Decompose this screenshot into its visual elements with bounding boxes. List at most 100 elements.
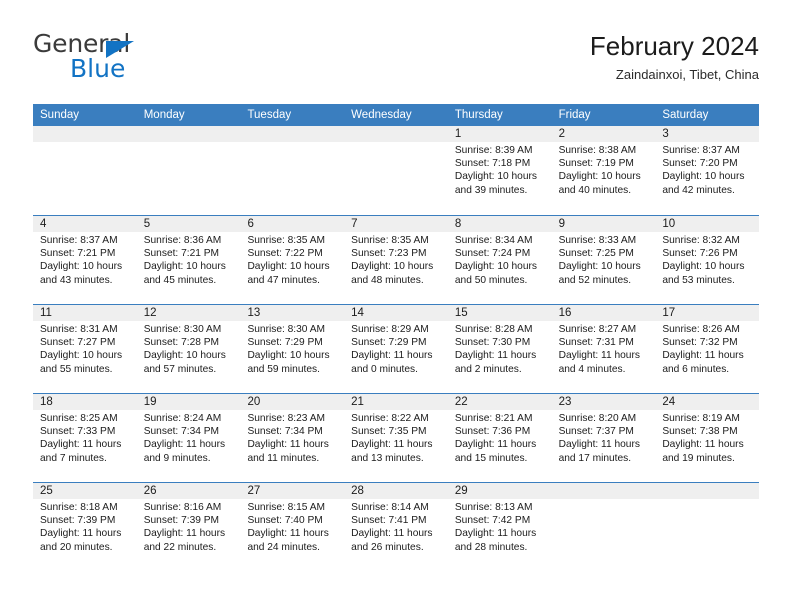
daylight-duration-line1: Daylight: 11 hours [351,528,433,540]
day-number: 15 [447,305,552,321]
calendar-day-cell[interactable]: 11 Sunrise: 8:31 AM Sunset: 7:27 PM Dayligh… [33,305,137,393]
daylight-duration-line2: and 39 minutes. [454,184,528,196]
day-details: Sunrise: 8:31 AM Sunset: 7:27 PM Daylight:… [33,321,137,376]
day-number: 19 [136,394,241,410]
calendar-day-cell[interactable]: 25 Sunrise: 8:18 AM Sunset: 7:39 PM Dayligh… [33,483,137,571]
calendar-day-cell[interactable]: 16 Sunrise: 8:27 AM Sunset: 7:31 PM Dayligh… [551,305,656,393]
day-number: 3 [655,126,760,142]
calendar-week-row: 18 Sunrise: 8:25 AM Sunset: 7:33 PM Dayligh… [33,393,760,482]
calendar-day-cell[interactable]: 12 Sunrise: 8:30 AM Sunset: 7:28 PM Dayligh… [136,305,241,393]
daylight-duration-line2: and 20 minutes. [40,541,113,553]
calendar-day-cell[interactable]: 7 Sunrise: 8:35 AM Sunset: 7:23 PM Daylight… [344,216,448,304]
sunset-time: Sunset: 7:27 PM [40,337,116,349]
calendar-day-cell[interactable]: 6 Sunrise: 8:35 AM Sunset: 7:22 PM Daylight… [240,216,345,304]
daylight-duration-line2: and 24 minutes. [247,541,320,553]
sunset-time: Sunset: 7:18 PM [454,158,531,170]
calendar-day-cell[interactable]: 2 Sunrise: 8:38 AM Sunset: 7:19 PM Daylight… [551,126,656,215]
calendar-day-cell[interactable]: 21 Sunrise: 8:22 AM Sunset: 7:35 PM Dayligh… [344,394,448,482]
sunrise-time: Sunrise: 8:36 AM [143,235,222,246]
daylight-duration-line2: and 50 minutes. [454,274,528,286]
day-number: 18 [33,394,137,410]
calendar-day-cell[interactable]: 26 Sunrise: 8:16 AM Sunset: 7:39 PM Dayligh… [136,483,241,571]
sunset-time: Sunset: 7:29 PM [351,337,427,349]
daylight-duration-line2: and 19 minutes. [662,452,735,464]
calendar-day-cell[interactable]: 24 Sunrise: 8:19 AM Sunset: 7:38 PM Dayligh… [655,394,760,482]
sunrise-time: Sunrise: 8:15 AM [247,502,326,513]
weekday-sunday: Sunday [40,109,80,121]
general-blue-logo[interactable]: General Blue [33,30,253,90]
day-details: Sunrise: 8:14 AM Sunset: 7:41 PM Daylight:… [344,499,448,554]
calendar-day-cell[interactable]: 9 Sunrise: 8:33 AM Sunset: 7:25 PM Daylight… [551,216,656,304]
day-number: 21 [344,394,448,410]
daylight-duration-line1: Daylight: 11 hours [662,439,744,451]
calendar-day-cell[interactable]: 18 Sunrise: 8:25 AM Sunset: 7:33 PM Dayligh… [33,394,137,482]
calendar-day-cell[interactable]: 8 Sunrise: 8:34 AM Sunset: 7:24 PM Daylight… [447,216,552,304]
calendar-day-cell[interactable]: 23 Sunrise: 8:20 AM Sunset: 7:37 PM Dayligh… [551,394,656,482]
sunrise-time: Sunrise: 8:20 AM [558,413,637,424]
calendar-day-cell-empty [551,483,656,571]
daylight-duration-line2: and 11 minutes. [247,452,320,464]
daylight-duration-line1: Daylight: 10 hours [558,261,641,273]
calendar-day-cell[interactable]: 4 Sunrise: 8:37 AM Sunset: 7:21 PM Daylight… [33,216,137,304]
day-details: Sunrise: 8:30 AM Sunset: 7:29 PM Daylight:… [240,321,344,376]
daylight-duration-line2: and 2 minutes. [454,363,522,375]
daylight-duration-line1: Daylight: 11 hours [40,439,122,451]
sunrise-time: Sunrise: 8:23 AM [247,413,326,424]
daylight-duration-line1: Daylight: 11 hours [247,528,329,540]
day-details: Sunrise: 8:15 AM Sunset: 7:40 PM Daylight:… [240,499,344,554]
daylight-duration-line2: and 59 minutes. [247,363,320,375]
daylight-duration-line1: Daylight: 11 hours [454,439,537,451]
calendar-week-row: 11 Sunrise: 8:31 AM Sunset: 7:27 PM Dayligh… [33,304,760,393]
calendar-day-cell[interactable]: 10 Sunrise: 8:32 AM Sunset: 7:26 PM Dayligh… [655,216,760,304]
daylight-duration-line1: Daylight: 10 hours [247,350,330,362]
sunset-time: Sunset: 7:19 PM [558,158,634,170]
calendar-day-cell[interactable]: 22 Sunrise: 8:21 AM Sunset: 7:36 PM Dayligh… [447,394,552,482]
calendar-day-cell[interactable]: 27 Sunrise: 8:15 AM Sunset: 7:40 PM Dayligh… [240,483,345,571]
calendar-day-cell[interactable]: 17 Sunrise: 8:26 AM Sunset: 7:32 PM Dayligh… [655,305,760,393]
daylight-duration-line1: Daylight: 11 hours [247,439,329,451]
calendar-day-cell[interactable]: 13 Sunrise: 8:30 AM Sunset: 7:29 PM Dayligh… [240,305,345,393]
calendar-day-cell[interactable]: 5 Sunrise: 8:36 AM Sunset: 7:21 PM Daylight… [136,216,241,304]
calendar-day-cell[interactable]: 28 Sunrise: 8:14 AM Sunset: 7:41 PM Dayligh… [344,483,448,571]
daylight-duration-line2: and 47 minutes. [247,274,320,286]
calendar-day-cell[interactable]: 1 Sunrise: 8:39 AM Sunset: 7:18 PM Daylight… [447,126,552,215]
sunrise-time: Sunrise: 8:34 AM [454,235,533,246]
calendar-day-cell[interactable]: 29 Sunrise: 8:13 AM Sunset: 7:42 PM Dayligh… [447,483,552,571]
sunset-time: Sunset: 7:29 PM [247,337,323,349]
sunrise-time: Sunrise: 8:27 AM [558,324,637,335]
daylight-duration-line2: and 42 minutes. [662,184,735,196]
sunset-time: Sunset: 7:36 PM [454,426,531,438]
calendar-day-cell[interactable]: 15 Sunrise: 8:28 AM Sunset: 7:30 PM Dayligh… [447,305,552,393]
daylight-duration-line2: and 57 minutes. [143,363,217,375]
day-details: Sunrise: 8:32 AM Sunset: 7:26 PM Daylight:… [655,232,759,287]
day-number: 29 [447,483,552,499]
calendar-day-cell[interactable]: 14 Sunrise: 8:29 AM Sunset: 7:29 PM Dayligh… [344,305,448,393]
day-number: 17 [655,305,760,321]
calendar-day-cell[interactable]: 20 Sunrise: 8:23 AM Sunset: 7:34 PM Dayligh… [240,394,345,482]
daylight-duration-line1: Daylight: 11 hours [351,350,433,362]
daylight-duration-line1: Daylight: 10 hours [558,171,641,183]
sunset-time: Sunset: 7:28 PM [143,337,220,349]
daylight-duration-line1: Daylight: 10 hours [454,171,537,183]
calendar-day-cell[interactable]: 3 Sunrise: 8:37 AM Sunset: 7:20 PM Daylight… [655,126,760,215]
daylight-duration-line2: and 7 minutes. [40,452,107,464]
daylight-duration-line2: and 15 minutes. [454,452,528,464]
daylight-duration-line2: and 28 minutes. [454,541,528,553]
day-number: 22 [447,394,552,410]
day-details: Sunrise: 8:22 AM Sunset: 7:35 PM Daylight:… [344,410,448,465]
sunrise-time: Sunrise: 8:21 AM [454,413,533,424]
sunset-time: Sunset: 7:21 PM [40,248,116,260]
calendar-day-cell-empty [344,126,448,215]
sunset-time: Sunset: 7:22 PM [247,248,323,260]
daylight-duration-line2: and 55 minutes. [40,363,113,375]
day-details: Sunrise: 8:29 AM Sunset: 7:29 PM Daylight:… [344,321,448,376]
sunrise-time: Sunrise: 8:35 AM [351,235,429,246]
calendar-day-cell[interactable]: 19 Sunrise: 8:24 AM Sunset: 7:34 PM Dayligh… [136,394,241,482]
day-number: 9 [551,216,656,232]
calendar-week-row: 25 Sunrise: 8:18 AM Sunset: 7:39 PM Dayligh… [33,482,760,571]
daylight-duration-line1: Daylight: 10 hours [351,261,434,273]
sunset-time: Sunset: 7:35 PM [351,426,427,438]
sunset-time: Sunset: 7:31 PM [558,337,634,349]
day-number: 23 [551,394,656,410]
daylight-duration-line1: Daylight: 10 hours [143,261,226,273]
